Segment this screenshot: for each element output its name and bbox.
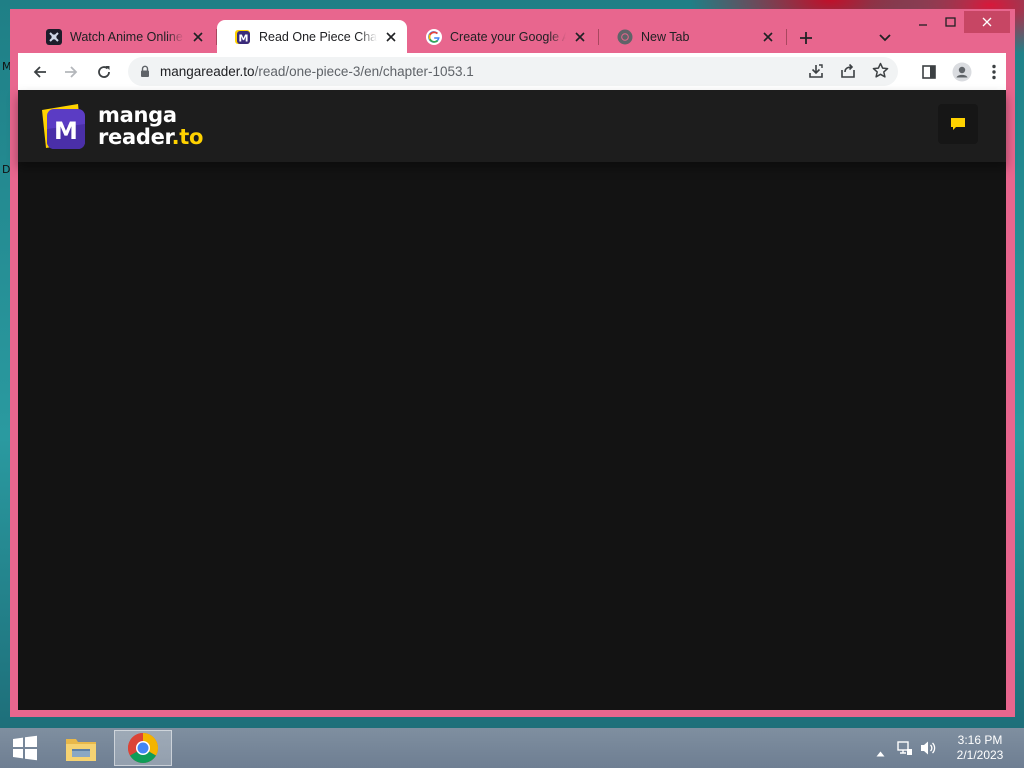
tab-google-account[interactable]: Create your Google Account bbox=[408, 20, 596, 53]
url-text[interactable]: mangareader.to/read/one-piece-3/en/chapt… bbox=[160, 64, 474, 79]
reload-icon bbox=[98, 66, 110, 78]
chrome-icon bbox=[617, 29, 633, 45]
start-button[interactable] bbox=[0, 730, 54, 766]
star-bookmark-icon[interactable] bbox=[872, 62, 889, 84]
logo-reader: reader bbox=[98, 125, 172, 149]
address-bar[interactable]: mangareader.to/read/one-piece-3/en/chapt… bbox=[128, 57, 898, 86]
browser-window: Watch Anime Online, Free M Read One Piec… bbox=[10, 9, 1015, 717]
tab-watch-anime[interactable]: Watch Anime Online, Free bbox=[28, 20, 214, 53]
tab-separator bbox=[786, 29, 787, 45]
back-button[interactable] bbox=[26, 58, 54, 86]
tab-title: Read One Piece Chapter bbox=[259, 29, 377, 44]
clock-date: 2/1/2023 bbox=[956, 748, 1004, 762]
plus-icon bbox=[800, 32, 812, 44]
chat-button[interactable] bbox=[938, 104, 978, 144]
close-icon bbox=[982, 17, 992, 27]
minimize-icon bbox=[919, 24, 927, 26]
side-panel-icon bbox=[922, 65, 936, 79]
logo-letter: M bbox=[54, 117, 78, 145]
forward-button[interactable] bbox=[57, 58, 85, 86]
close-icon[interactable] bbox=[383, 29, 399, 45]
reload-button[interactable] bbox=[90, 58, 118, 86]
site-header: M manga reader.to bbox=[18, 90, 1006, 162]
menu-button[interactable] bbox=[980, 58, 1008, 86]
close-icon[interactable] bbox=[572, 29, 588, 45]
tab-new-tab[interactable]: New Tab bbox=[599, 20, 784, 53]
close-icon[interactable] bbox=[760, 29, 776, 45]
minimize-button[interactable] bbox=[910, 11, 936, 33]
chevron-down-icon bbox=[879, 34, 891, 42]
kebab-menu-icon bbox=[992, 64, 996, 80]
system-clock[interactable]: 3:16 PM 2/1/2023 bbox=[950, 733, 1010, 763]
svg-text:M: M bbox=[239, 33, 249, 44]
volume-icon[interactable] bbox=[920, 740, 938, 761]
chrome-taskbar-button[interactable] bbox=[114, 730, 172, 766]
install-app-icon[interactable] bbox=[808, 63, 824, 84]
google-icon bbox=[426, 28, 442, 45]
url-path: /read/one-piece-3/en/chapter-1053.1 bbox=[254, 64, 474, 79]
browser-toolbar: mangareader.to/read/one-piece-3/en/chapt… bbox=[18, 53, 1006, 90]
tab-search-button[interactable] bbox=[874, 26, 896, 50]
logo-tld: .to bbox=[171, 125, 204, 149]
profile-button[interactable] bbox=[948, 58, 976, 86]
folder-icon bbox=[66, 739, 96, 761]
share-icon[interactable] bbox=[840, 63, 856, 84]
arrow-left-icon bbox=[33, 66, 46, 78]
tab-title: Watch Anime Online, Free bbox=[70, 29, 184, 44]
logo-line-2: reader.to bbox=[98, 126, 203, 148]
anime-site-icon bbox=[46, 28, 62, 45]
site-logo-text[interactable]: manga reader.to bbox=[98, 104, 203, 148]
tab-strip: Watch Anime Online, Free M Read One Piec… bbox=[10, 9, 1015, 53]
web-page: M manga reader.to bbox=[18, 90, 1006, 710]
reader-content-area[interactable] bbox=[18, 162, 1006, 710]
maximize-button[interactable] bbox=[937, 11, 963, 33]
mangareader-logo-icon[interactable]: M bbox=[38, 102, 88, 152]
windows-logo-icon bbox=[13, 735, 37, 761]
tab-read-one-piece[interactable]: M Read One Piece Chapter bbox=[217, 20, 407, 53]
tab-title: Create your Google Account bbox=[450, 29, 566, 44]
logo-line-1: manga bbox=[98, 103, 177, 127]
clock-time: 3:16 PM bbox=[957, 733, 1003, 747]
file-explorer-button[interactable] bbox=[52, 730, 110, 766]
new-tab-button[interactable] bbox=[794, 26, 818, 50]
taskbar: 3:16 PM 2/1/2023 bbox=[0, 728, 1024, 768]
chat-bubble-icon bbox=[951, 118, 965, 130]
mangareader-icon: M bbox=[235, 29, 251, 45]
close-icon[interactable] bbox=[190, 29, 206, 45]
url-host: mangareader.to bbox=[160, 64, 255, 79]
arrow-right-icon bbox=[65, 66, 78, 78]
network-icon[interactable] bbox=[897, 740, 913, 761]
lock-icon bbox=[140, 65, 150, 83]
tab-title: New Tab bbox=[641, 29, 690, 44]
maximize-icon bbox=[944, 17, 956, 27]
show-hidden-icons-button[interactable] bbox=[876, 744, 885, 762]
chrome-icon bbox=[127, 733, 159, 764]
side-panel-button[interactable] bbox=[915, 58, 943, 86]
chevron-up-icon bbox=[876, 751, 885, 757]
close-window-button[interactable] bbox=[964, 11, 1010, 33]
profile-avatar-icon bbox=[952, 62, 972, 82]
